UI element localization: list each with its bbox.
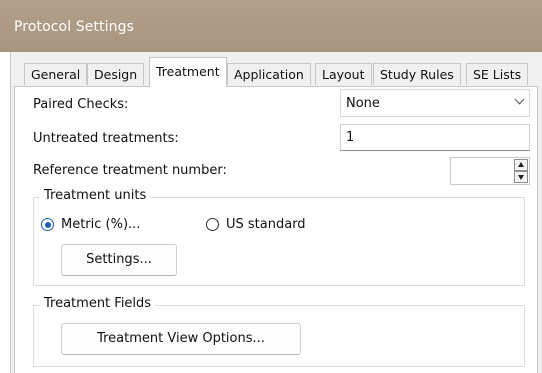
tab-application[interactable]: Application	[227, 63, 311, 85]
radio-dot-icon	[44, 221, 51, 228]
spinner-buttons	[514, 159, 528, 183]
treatment-fields-legend: Treatment Fields	[40, 296, 156, 311]
paired-checks-label: Paired Checks:	[33, 97, 129, 112]
reference-treatment-number-label: Reference treatment number:	[33, 163, 227, 178]
arrow-up-icon	[518, 162, 524, 167]
treatment-units-legend: Treatment units	[40, 188, 151, 203]
untreated-treatments-value: 1	[346, 130, 355, 145]
untreated-treatments-label: Untreated treatments:	[33, 131, 179, 146]
tab-general[interactable]: General	[24, 63, 88, 85]
chevron-down-icon	[514, 94, 525, 105]
us-standard-radio[interactable]	[206, 218, 219, 231]
window-title: Protocol Settings	[14, 19, 134, 35]
window-titlebar: Protocol Settings	[0, 0, 542, 52]
tab-study-rules[interactable]: Study Rules	[373, 63, 461, 85]
settings-button[interactable]: Settings...	[61, 244, 177, 276]
tab-se-lists[interactable]: SE Lists	[466, 63, 529, 85]
spin-up-button[interactable]	[514, 159, 528, 171]
reference-treatment-number-spinner[interactable]	[450, 157, 530, 185]
paired-checks-value: None	[346, 96, 380, 111]
tab-treatment[interactable]: Treatment	[149, 57, 227, 87]
tab-design[interactable]: Design	[87, 63, 145, 85]
untreated-treatments-input[interactable]: 1	[340, 124, 530, 151]
us-standard-radio-label[interactable]: US standard	[226, 217, 306, 232]
paired-checks-select[interactable]: None	[340, 89, 530, 117]
tab-layout[interactable]: Layout	[315, 63, 372, 85]
arrow-down-icon	[518, 175, 524, 180]
metric-radio[interactable]	[41, 218, 54, 231]
metric-radio-label[interactable]: Metric (%)...	[61, 217, 140, 232]
treatment-view-options-button[interactable]: Treatment View Options...	[61, 323, 301, 355]
spin-down-button[interactable]	[514, 171, 528, 183]
